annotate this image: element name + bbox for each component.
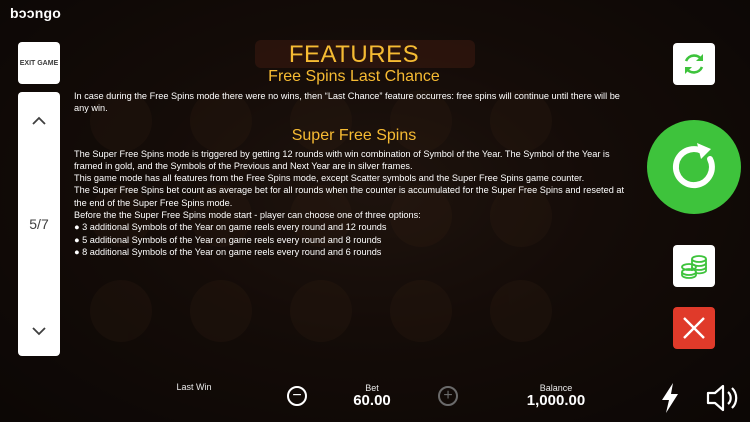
page-down-button[interactable]: [18, 314, 60, 348]
exit-game-button[interactable]: EXIT GAME: [18, 42, 60, 84]
close-icon: [683, 317, 705, 339]
refresh-icon: [684, 54, 704, 74]
turbo-button[interactable]: [660, 382, 680, 419]
spin-button[interactable]: [647, 120, 741, 214]
chevron-up-icon: [32, 116, 46, 125]
autoplay-button[interactable]: [673, 43, 715, 85]
rule-bullet: ● 8 additional Symbols of the Year on ga…: [74, 246, 382, 257]
close-button[interactable]: [673, 307, 715, 349]
balance-value: 1,000.00: [526, 392, 586, 409]
chevron-down-icon: [32, 327, 46, 336]
bet-value: 60.00: [353, 392, 391, 409]
sound-button[interactable]: [705, 382, 745, 419]
spin-icon: [672, 143, 715, 189]
section-text-super-free-spins: The Super Free Spins mode is triggered b…: [74, 148, 634, 259]
lightning-icon: [662, 383, 678, 413]
rule-bullet: ● 3 additional Symbols of the Year on ga…: [74, 222, 387, 233]
section-heading-super-free-spins: Super Free Spins: [291, 126, 417, 144]
rule-line: In case during the Free Spins mode there…: [74, 91, 620, 114]
page-navigator: 5/7: [18, 92, 60, 356]
bet-increase-button[interactable]: +: [438, 386, 458, 406]
page-indicator: 5/7: [29, 216, 49, 232]
bet-decrease-button[interactable]: −: [287, 386, 307, 406]
rule-line: Before the the Super Free Spins mode sta…: [74, 210, 421, 221]
section-heading-last-chance: Free Spins Last Chance: [268, 68, 440, 85]
section-text-last-chance: In case during the Free Spins mode there…: [74, 90, 634, 115]
rule-line: The Super Free Spins bet count as averag…: [74, 185, 625, 208]
rules-panel: FEATURES Free Spins Last Chance In case …: [74, 42, 634, 258]
rule-bullet: ● 5 additional Symbols of the Year on ga…: [74, 234, 382, 245]
page-title: FEATURES: [288, 41, 420, 68]
brand-logo: bɔɔngo: [10, 5, 61, 21]
rule-line: This game mode has all features from the…: [74, 173, 585, 184]
bottom-bar: Last Win − Bet 60.00 + Balance 1,000.00: [0, 378, 750, 422]
minus-icon: −: [292, 387, 302, 404]
coins-icon: [681, 255, 707, 279]
plus-icon: +: [443, 387, 453, 404]
last-win-label: Last Win: [176, 382, 212, 392]
speaker-icon: [706, 384, 738, 412]
rule-line: The Super Free Spins mode is triggered b…: [74, 148, 610, 171]
page-up-button[interactable]: [18, 104, 60, 138]
bet-settings-button[interactable]: [673, 245, 715, 287]
